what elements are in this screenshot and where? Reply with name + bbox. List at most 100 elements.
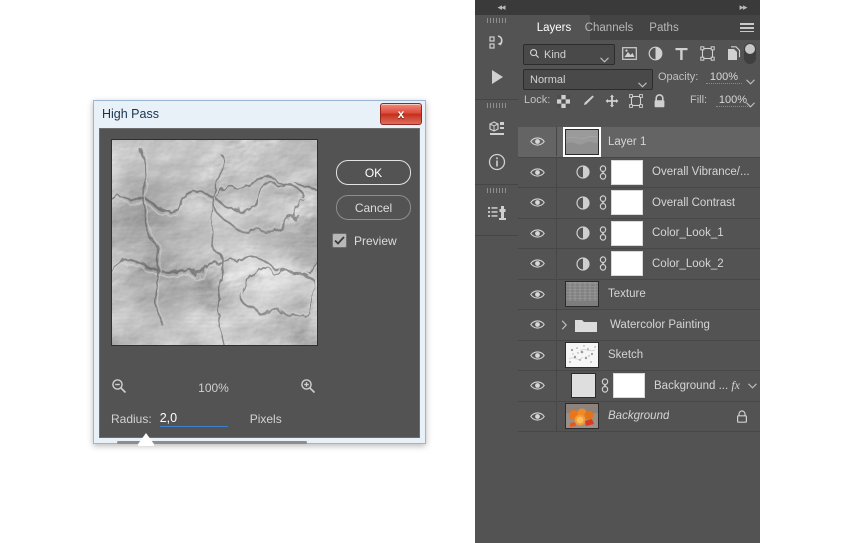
table-row[interactable]: Layer 1 <box>518 127 760 158</box>
lock-all-icon[interactable] <box>652 94 667 109</box>
layer-mask-thumbnail[interactable] <box>613 373 645 398</box>
visibility-eye-icon[interactable] <box>518 402 557 431</box>
layer-thumbnail[interactable] <box>565 129 599 155</box>
kind-filter-select[interactable]: Kind <box>523 44 615 65</box>
search-icon <box>529 46 540 64</box>
rail-group-3 <box>475 185 518 236</box>
layer-mask-thumbnail[interactable] <box>611 251 643 276</box>
layer-name[interactable]: Overall Contrast <box>652 197 735 209</box>
zoom-out-icon[interactable] <box>111 378 127 399</box>
smart-object-filter-icon[interactable] <box>725 45 742 62</box>
radius-input[interactable]: 2,0 <box>160 411 228 427</box>
layer-thumbnail[interactable] <box>565 342 599 368</box>
3d-properties-icon[interactable] <box>475 111 518 145</box>
tab-paths[interactable]: Paths <box>628 15 700 40</box>
layer-thumbnail[interactable] <box>565 281 599 307</box>
visibility-eye-icon[interactable] <box>518 280 557 309</box>
opacity-value[interactable]: 100% <box>706 71 742 84</box>
collapse-left-icon[interactable]: ◂◂ <box>490 2 512 13</box>
radius-slider-thumb[interactable] <box>138 433 154 444</box>
visibility-eye-icon[interactable] <box>518 310 557 339</box>
adjustment-layer-icon[interactable] <box>571 165 594 179</box>
table-row[interactable]: Overall Vibrance/... <box>518 158 760 189</box>
link-mask-icon[interactable] <box>596 378 613 393</box>
visibility-eye-icon[interactable] <box>518 249 557 278</box>
layer-mask-thumbnail[interactable] <box>611 190 643 215</box>
layer-name[interactable]: Color_Look_2 <box>652 258 724 270</box>
blend-mode-value: Normal <box>530 74 565 86</box>
blend-mode-row: Normal Opacity: 100% <box>518 67 760 90</box>
adjustment-layer-icon[interactable] <box>571 196 594 210</box>
zoom-in-icon[interactable] <box>300 378 316 399</box>
zoom-controls: 100% <box>111 377 316 399</box>
visibility-eye-icon[interactable] <box>518 188 557 217</box>
filter-toggle-switch[interactable] <box>744 43 756 64</box>
chevron-down-icon[interactable] <box>744 383 760 389</box>
fill-chevron-down-icon[interactable] <box>746 95 755 113</box>
layer-thumbnail[interactable] <box>571 373 596 398</box>
adjustment-layer-icon[interactable] <box>571 226 594 240</box>
layer-name[interactable]: Color_Look_1 <box>652 227 724 239</box>
layer-name[interactable]: Layer 1 <box>608 136 646 148</box>
panel-menu-icon[interactable] <box>734 15 760 40</box>
lock-position-icon[interactable] <box>604 94 619 109</box>
history-icon[interactable] <box>475 26 518 60</box>
visibility-eye-icon[interactable] <box>518 127 557 156</box>
fill-value[interactable]: 100% <box>716 94 750 107</box>
lock-image-pixels-icon[interactable] <box>580 94 595 109</box>
shape-filter-icon[interactable] <box>699 45 716 62</box>
pixel-filter-icon[interactable] <box>621 45 638 62</box>
table-row[interactable]: Sketch <box>518 341 760 372</box>
layer-list[interactable]: Layer 1 Overall Vibrance/... Overall Contr… <box>518 127 760 424</box>
blend-mode-select[interactable]: Normal <box>523 69 653 90</box>
collapse-right-icon[interactable]: ▸▸ <box>732 2 754 13</box>
link-mask-icon[interactable] <box>594 256 611 271</box>
lock-artboard-icon[interactable] <box>628 94 643 109</box>
type-filter-icon[interactable] <box>673 45 690 62</box>
visibility-eye-icon[interactable] <box>518 371 557 400</box>
layer-name[interactable]: Sketch <box>608 349 643 361</box>
rail-grip[interactable] <box>475 15 518 26</box>
clone-source-icon[interactable] <box>475 196 518 230</box>
layer-name[interactable]: Background ... <box>654 380 728 392</box>
visibility-eye-icon[interactable] <box>518 341 557 370</box>
dialog-titlebar[interactable]: High Pass x <box>94 101 425 127</box>
high-pass-dialog: High Pass x <box>93 100 426 444</box>
table-row[interactable]: Background <box>518 402 760 433</box>
table-row[interactable]: Color_Look_2 <box>518 249 760 280</box>
opacity-chevron-down-icon[interactable] <box>746 72 755 90</box>
visibility-eye-icon[interactable] <box>518 158 557 187</box>
layer-name[interactable]: Texture <box>608 288 646 300</box>
cancel-button[interactable]: Cancel <box>336 195 411 220</box>
rail-grip[interactable] <box>475 100 518 111</box>
layer-thumbnail[interactable] <box>565 403 599 429</box>
table-row[interactable]: Overall Contrast <box>518 188 760 219</box>
adjustment-layer-icon[interactable] <box>571 257 594 271</box>
ok-button[interactable]: OK <box>336 160 411 185</box>
table-row[interactable]: Texture <box>518 280 760 311</box>
chevron-right-icon[interactable] <box>557 320 571 330</box>
tab-paths-label: Paths <box>649 22 678 34</box>
layer-name[interactable]: Watercolor Painting <box>610 319 710 331</box>
info-icon[interactable] <box>475 145 518 179</box>
layer-effects-label[interactable]: fx <box>731 378 744 393</box>
link-mask-icon[interactable] <box>594 165 611 180</box>
table-row[interactable]: Watercolor Painting <box>518 310 760 341</box>
filter-preview[interactable] <box>111 139 318 346</box>
preview-checkbox[interactable]: Preview <box>332 233 397 248</box>
table-row[interactable]: Background ...fx <box>518 371 760 402</box>
link-mask-icon[interactable] <box>594 226 611 241</box>
lock-transparent-pixels-icon[interactable] <box>556 94 571 109</box>
rail-grip[interactable] <box>475 185 518 196</box>
layer-name[interactable]: Overall Vibrance/... <box>652 166 750 178</box>
close-icon[interactable]: x <box>380 103 422 125</box>
actions-play-icon[interactable] <box>475 60 518 94</box>
layer-name[interactable]: Background <box>608 410 669 422</box>
layer-mask-thumbnail[interactable] <box>611 160 643 185</box>
layer-mask-thumbnail[interactable] <box>611 221 643 246</box>
table-row[interactable]: Color_Look_1 <box>518 219 760 250</box>
adjustment-filter-icon[interactable] <box>647 45 664 62</box>
preview-checkbox-label: Preview <box>354 234 397 248</box>
visibility-eye-icon[interactable] <box>518 219 557 248</box>
link-mask-icon[interactable] <box>594 195 611 210</box>
